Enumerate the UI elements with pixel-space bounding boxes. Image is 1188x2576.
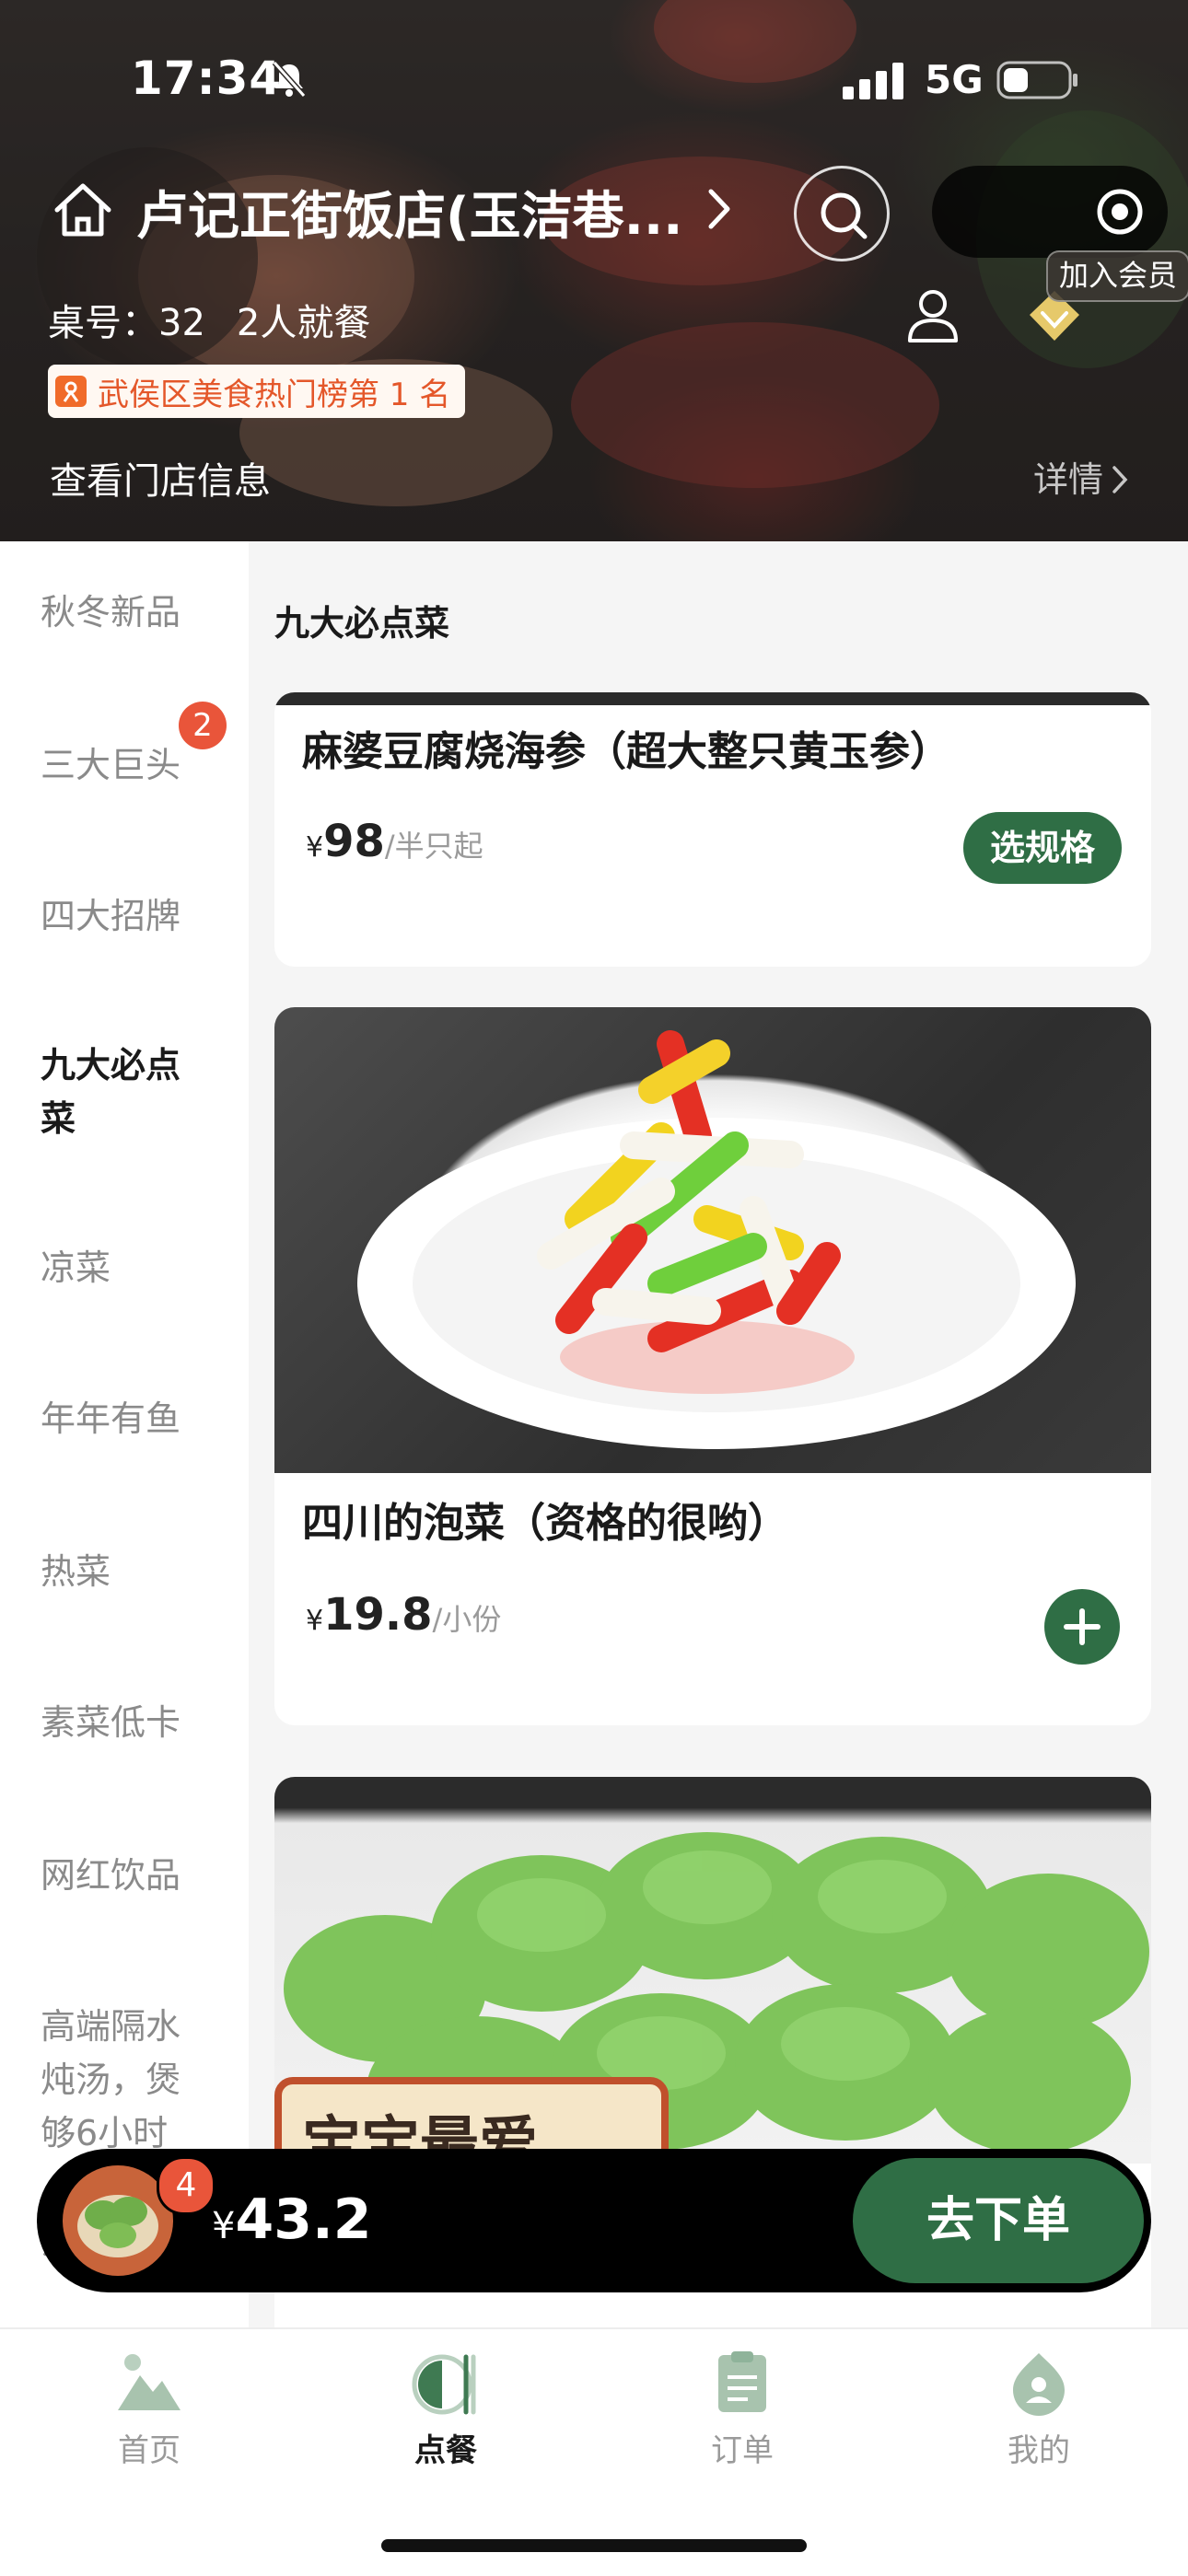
- cart-total: ¥43.2: [212, 2187, 372, 2252]
- cart-count-badge: 4: [157, 2156, 215, 2215]
- diner-count: 2人就餐: [236, 302, 371, 344]
- dish-image: 宝宝最爱: [274, 1777, 1151, 2179]
- home-icon[interactable]: [52, 179, 114, 241]
- tab-profile[interactable]: 我的: [947, 2348, 1131, 2470]
- search-button[interactable]: [794, 166, 890, 261]
- ranking-icon: [55, 376, 87, 407]
- dish-card[interactable]: 四川的泡菜（资格的很哟） ¥19.8/小份: [274, 1007, 1151, 1725]
- battery-icon: [996, 61, 1077, 99]
- category-item[interactable]: 热菜: [41, 1545, 234, 1598]
- join-member-tooltip[interactable]: 加入会员: [1046, 250, 1188, 302]
- details-label: 详情: [1033, 459, 1104, 500]
- tab-label: 首页: [118, 2432, 181, 2469]
- tab-home[interactable]: 首页: [57, 2348, 241, 2470]
- mountain-icon: [118, 2354, 181, 2410]
- user-icon[interactable]: [904, 285, 961, 346]
- plate-icon: [412, 2354, 476, 2415]
- close-target-icon[interactable]: [1094, 186, 1146, 238]
- dish-name: 四川的泡菜（资格的很哟）: [302, 1500, 788, 1547]
- dish-name: 麻婆豆腐烧海参（超大整只黄玉参）: [302, 728, 950, 775]
- store-name[interactable]: 卢记正街饭店(玉洁巷...: [136, 175, 682, 249]
- rank-badge[interactable]: 武侯区美食热门榜第 1 名: [48, 365, 466, 418]
- plus-icon: [1064, 1608, 1101, 1645]
- category-item[interactable]: 凉菜: [41, 1241, 234, 1294]
- section-title: 九大必点菜: [274, 603, 450, 644]
- chevron-right-icon[interactable]: [705, 186, 733, 232]
- dish-price: ¥19.8/小份: [306, 1589, 502, 1641]
- category-sidebar: 秋冬新品 三大巨头 四大招牌 九大必点菜 凉菜 年年有鱼 热菜 素菜低卡 网红饮…: [0, 541, 249, 2327]
- category-item[interactable]: 网红饮品: [41, 1849, 234, 1902]
- tab-order-food[interactable]: 点餐: [354, 2348, 538, 2470]
- category-item[interactable]: 秋冬新品: [41, 586, 234, 639]
- dish-image: [274, 692, 1151, 705]
- place-order-button[interactable]: 去下单: [853, 2158, 1144, 2283]
- tab-label: 订单: [711, 2432, 774, 2469]
- network-type: 5G: [925, 57, 984, 102]
- select-spec-button[interactable]: 选规格: [963, 812, 1122, 884]
- search-icon: [821, 192, 868, 239]
- status-time: 17:34: [131, 52, 283, 105]
- signal-icon: [843, 63, 903, 99]
- details-link[interactable]: 详情: [1033, 451, 1129, 502]
- mini-program-capsule[interactable]: [932, 166, 1168, 258]
- category-item[interactable]: 年年有鱼: [41, 1392, 234, 1445]
- profile-icon: [1013, 2353, 1065, 2416]
- tab-label: 点餐: [414, 2432, 477, 2469]
- store-info-link[interactable]: 查看门店信息: [50, 451, 271, 505]
- tab-orders[interactable]: 订单: [650, 2348, 834, 2470]
- tab-label: 我的: [1007, 2432, 1070, 2469]
- category-item[interactable]: 四大招牌: [41, 889, 234, 943]
- status-bar: 17:34 5G: [0, 0, 1188, 157]
- category-item-active[interactable]: 九大必点菜: [41, 1039, 197, 1145]
- dish-card[interactable]: 麻婆豆腐烧海参（超大整只黄玉参） ¥98/半只起 选规格: [274, 692, 1151, 967]
- category-count-badge: 2: [179, 702, 227, 749]
- dish-list: 九大必点菜 麻婆豆腐烧海参（超大整只黄玉参） ¥98/半只起 选规格 四川的泡菜…: [249, 541, 1188, 2327]
- store-header: 17:34 5G 卢记正街饭店(玉洁巷... 桌号：32 2人就餐 加入会员 武…: [0, 0, 1188, 541]
- chevron-right-icon: [1112, 466, 1128, 493]
- dish-price: ¥98/半只起: [306, 816, 483, 867]
- clipboard-icon: [718, 2351, 766, 2412]
- table-number: 桌号：32: [48, 302, 205, 344]
- cart-bar[interactable]: 4 ¥43.2 去下单: [37, 2149, 1151, 2292]
- category-item[interactable]: 素菜低卡: [41, 1696, 234, 1749]
- rank-badge-text: 武侯区美食热门榜第 1 名: [98, 376, 451, 413]
- home-indicator: [381, 2539, 807, 2552]
- add-to-cart-button[interactable]: [1044, 1589, 1120, 1665]
- category-item[interactable]: 高端隔水炖汤，煲够6小时: [41, 2000, 197, 2160]
- pickle-dish-image: [357, 1030, 1076, 1449]
- table-info: 桌号：32 2人就餐: [48, 293, 402, 346]
- dish-image: [274, 1007, 1151, 1473]
- mute-bell-icon: [272, 61, 307, 98]
